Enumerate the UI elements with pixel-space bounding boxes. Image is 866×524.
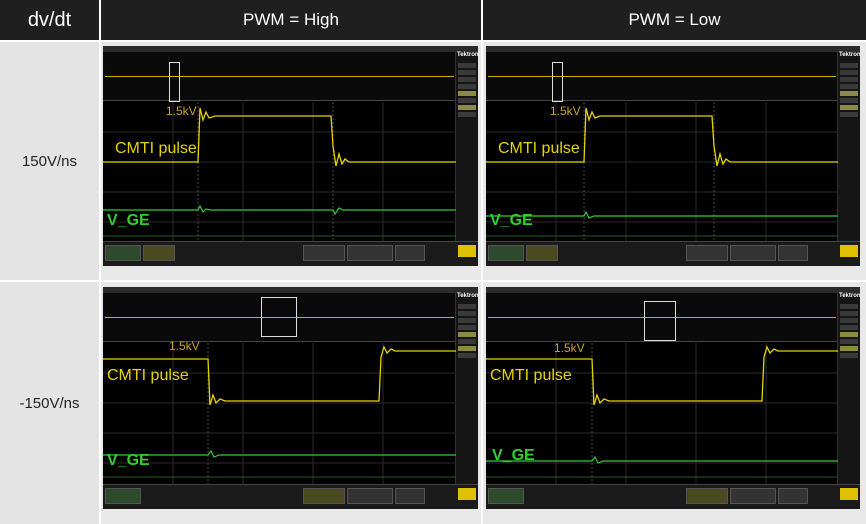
vge-label: V_GE — [107, 212, 150, 229]
voltage-marker: 1.5kV — [550, 104, 581, 118]
waveform-overview — [103, 293, 456, 342]
waveform-area — [103, 102, 456, 252]
brand-logo: Tektronix — [457, 52, 478, 58]
brand-logo: Tektronix — [839, 293, 860, 299]
waveform-area — [103, 343, 456, 493]
row-label-negative: -150V/ns — [0, 282, 99, 524]
scope-status-bar — [486, 241, 860, 266]
scope-side-panel: Tektronix — [837, 293, 860, 501]
waveform-overview — [103, 52, 456, 102]
scope-side-panel: Tektronix — [455, 293, 478, 501]
scope-status-bar — [103, 241, 478, 266]
scope-status-bar — [103, 484, 478, 509]
waveform-overview — [486, 52, 838, 102]
cmti-pulse-label: CMTI pulse — [107, 367, 189, 384]
column-header-pwm-high: PWM = High — [101, 0, 481, 40]
scope-screenshot-neg-low: Tektronix 1.5kV CMTI pulse V_GE — [486, 287, 860, 509]
ready-indicator — [840, 245, 858, 257]
vge-label: V_GE — [492, 447, 535, 464]
vge-label: V_GE — [490, 212, 533, 229]
scope-screenshot-pos-low: Tektronix 1.5kV CMTI pulse V_GE — [486, 46, 860, 266]
ready-indicator — [458, 488, 476, 500]
cmti-pulse-label: CMTI pulse — [115, 140, 197, 157]
scope-screenshot-pos-high: Tektronix 1.5kV CMTI pulse V_GE — [103, 46, 478, 266]
brand-logo: Tektronix — [839, 52, 860, 58]
scope-side-panel: Tektronix — [455, 52, 478, 258]
ready-indicator — [458, 245, 476, 257]
waveform-area — [486, 102, 838, 252]
vge-label: V_GE — [107, 452, 150, 469]
voltage-marker: 1.5kV — [166, 104, 197, 118]
ready-indicator — [840, 488, 858, 500]
waveform-area — [486, 343, 838, 493]
voltage-marker: 1.5kV — [169, 339, 200, 353]
waveform-overview — [486, 293, 838, 342]
scope-side-panel: Tektronix — [837, 52, 860, 258]
brand-logo: Tektronix — [457, 293, 478, 299]
cmti-pulse-label: CMTI pulse — [490, 367, 572, 384]
row-label-positive: 150V/ns — [0, 42, 99, 280]
scope-screenshot-neg-high: Tektronix 1.5kV CMTI pulse V_GE — [103, 287, 478, 509]
scope-status-bar — [486, 484, 860, 509]
cmti-pulse-label: CMTI pulse — [498, 140, 580, 157]
voltage-marker: 1.5kV — [554, 341, 585, 355]
corner-header: dv/dt — [0, 0, 99, 40]
column-header-pwm-low: PWM = Low — [483, 0, 866, 40]
